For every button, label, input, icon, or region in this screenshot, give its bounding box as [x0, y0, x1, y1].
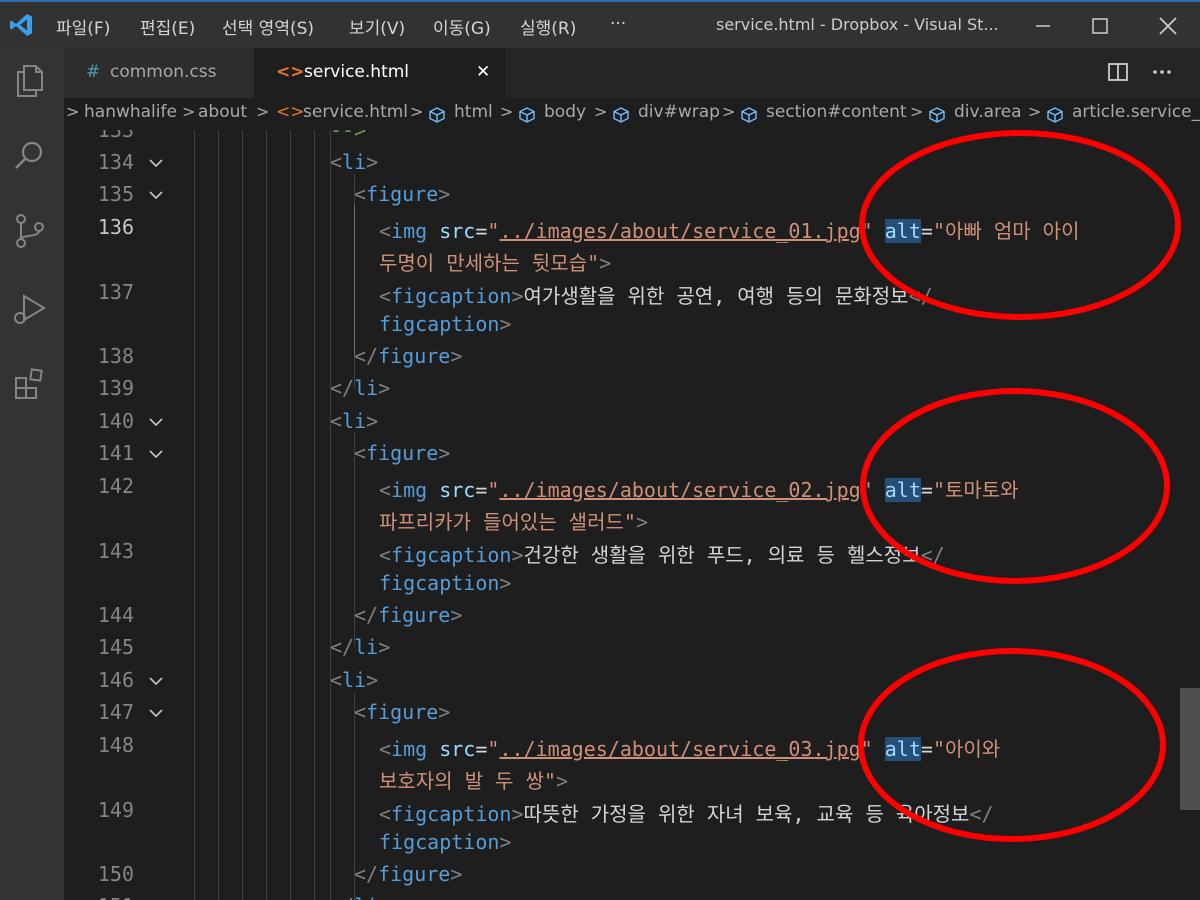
breadcrumb-html[interactable]: html — [454, 102, 493, 122]
activity-bar — [0, 48, 64, 900]
breadcrumb-hanwhalife[interactable]: hanwhalife — [84, 102, 177, 122]
code-line: </li> — [330, 635, 391, 659]
extensions-icon[interactable] — [10, 364, 50, 404]
line-number: 142 — [97, 474, 134, 498]
html-file-icon: <> — [276, 62, 305, 82]
fold-chevron-icon[interactable] — [148, 189, 164, 201]
menu-selection[interactable]: 선택 영역(S) — [222, 14, 314, 39]
breadcrumb-article[interactable]: article.service_c — [1072, 102, 1200, 122]
fold-chevron-icon[interactable] — [148, 675, 164, 687]
annotation-circle — [858, 648, 1166, 842]
code-line: <li> — [330, 409, 379, 433]
indent-guide — [242, 130, 243, 900]
element-cube-icon — [741, 107, 757, 123]
menu-file[interactable]: 파일(F) — [56, 14, 110, 39]
menu-edit[interactable]: 편집(E) — [140, 14, 195, 39]
line-number: 143 — [97, 539, 134, 563]
fold-chevron-icon[interactable] — [148, 416, 164, 428]
line-number: 138 — [97, 344, 134, 368]
minimize-icon[interactable] — [1023, 10, 1063, 42]
code-line: </figure> — [354, 603, 463, 627]
code-line: </figure> — [354, 344, 463, 368]
line-number: 141 — [97, 441, 134, 465]
search-icon[interactable] — [10, 136, 50, 176]
code-line: </figure> — [354, 862, 463, 886]
code-line: <figure> — [354, 441, 451, 465]
indent-guide — [314, 130, 315, 900]
indent-guide — [218, 130, 219, 900]
run-debug-icon[interactable] — [10, 288, 50, 328]
element-cube-icon — [519, 107, 535, 123]
code-line: --> — [330, 130, 367, 142]
fold-chevron-icon[interactable] — [148, 157, 164, 169]
code-line: <li> — [330, 668, 379, 692]
close-window-icon[interactable] — [1148, 10, 1188, 42]
menu-more[interactable]: ··· — [610, 14, 626, 34]
line-number: 150 — [97, 862, 134, 886]
fold-chevron-icon[interactable] — [148, 448, 164, 460]
code-line-wrap: 두명이 만세하는 뒷모습"> — [379, 251, 612, 275]
line-number: 137 — [97, 280, 134, 304]
line-number: 145 — [97, 635, 134, 659]
code-line-wrap: 보호자의 발 두 쌍"> — [379, 769, 569, 793]
code-line-wrap: figcaption> — [379, 830, 512, 854]
maximize-icon[interactable] — [1080, 10, 1120, 42]
active-indent-guide — [354, 205, 355, 355]
annotation-circle — [859, 130, 1181, 320]
annotation-circle — [860, 388, 1170, 584]
tab-label: common.css — [110, 62, 217, 82]
breadcrumb-service-html[interactable]: service.html — [303, 102, 408, 122]
close-tab-icon[interactable]: ✕ — [476, 62, 490, 82]
line-number-active: 136 — [97, 215, 134, 239]
line-number: 135 — [97, 182, 134, 206]
tab-label: service.html — [304, 62, 410, 82]
code-line-wrap: 파프리카가 들어있는 샐러드"> — [379, 510, 648, 534]
tab-service-html[interactable]: <> service.html ✕ — [254, 48, 506, 98]
line-number: 151 — [64, 894, 134, 900]
code-line: <li> — [330, 150, 379, 174]
css-file-icon: # — [86, 62, 101, 82]
indent-guide — [330, 130, 331, 900]
code-line-wrap: figcaption> — [379, 312, 512, 336]
line-number: 139 — [97, 376, 134, 400]
line-number: 134 — [97, 150, 134, 174]
breadcrumb-body[interactable]: body — [544, 102, 586, 122]
breadcrumb-div-area[interactable]: div.area — [954, 102, 1022, 122]
source-control-icon[interactable] — [10, 211, 50, 251]
indent-guide — [290, 130, 291, 900]
explorer-icon[interactable] — [10, 60, 50, 100]
title-bar: 파일(F) 편집(E) 선택 영역(S) 보기(V) 이동(G) 실행(R) ·… — [0, 0, 1200, 48]
vscode-logo-icon — [10, 14, 32, 36]
code-line: <figure> — [354, 182, 451, 206]
indent-guide — [266, 130, 267, 900]
code-line-wrap: figcaption> — [379, 571, 512, 595]
code-line: </li> — [330, 894, 390, 900]
window-title: service.html - Dropbox - Visual St... — [716, 15, 999, 34]
indent-guide — [194, 130, 195, 900]
fold-chevron-icon[interactable] — [148, 707, 164, 719]
line-number: 140 — [97, 409, 134, 433]
code-line: <figure> — [354, 700, 451, 724]
tab-common-css[interactable]: # common.css — [64, 48, 254, 98]
html-file-icon: <> — [276, 102, 305, 122]
breadcrumb-section-content[interactable]: section#content — [766, 102, 907, 122]
line-number: 133 — [97, 130, 134, 142]
breadcrumb-div-wrap[interactable]: div#wrap — [638, 102, 720, 122]
breadcrumb-about[interactable]: about — [198, 102, 247, 122]
menu-run[interactable]: 실행(R) — [520, 14, 576, 39]
line-number: 149 — [97, 798, 134, 822]
vertical-scrollbar[interactable] — [1180, 688, 1200, 810]
line-number: 148 — [97, 733, 134, 757]
line-number: 146 — [97, 668, 134, 692]
code-line: </li> — [330, 376, 391, 400]
line-number: 147 — [97, 700, 134, 724]
menu-go[interactable]: 이동(G) — [433, 14, 491, 39]
more-actions-icon[interactable] — [1150, 60, 1174, 84]
element-cube-icon — [429, 107, 445, 123]
element-cube-icon — [613, 107, 629, 123]
split-editor-icon[interactable] — [1106, 60, 1130, 84]
line-number: 144 — [97, 603, 134, 627]
tab-bar: # common.css <> service.html ✕ — [64, 48, 1200, 98]
menu-view[interactable]: 보기(V) — [349, 14, 405, 39]
